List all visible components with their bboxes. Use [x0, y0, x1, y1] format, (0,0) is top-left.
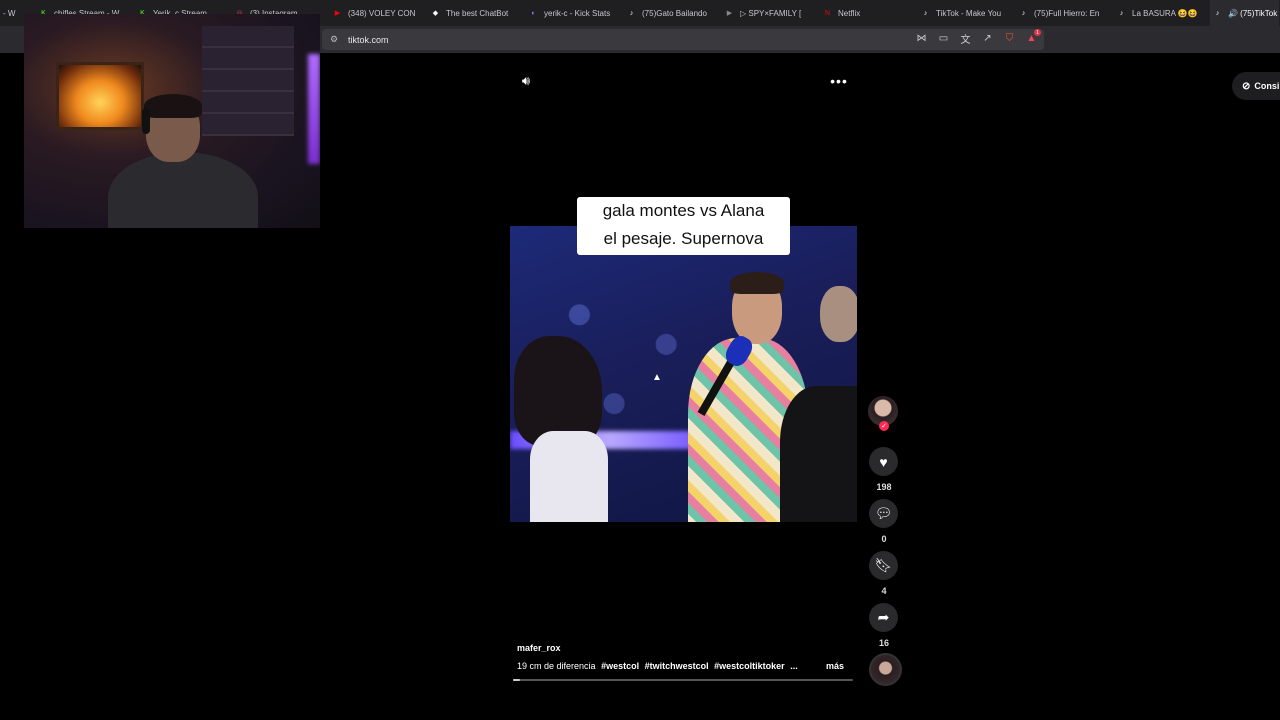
hashtag[interactable]: #westcol [601, 661, 639, 671]
video-caption-overlay: gala montes vs Alana el pesaje. Supernov… [577, 197, 790, 255]
share-icon[interactable]: ↗ [981, 32, 994, 45]
comment-count: 0 [881, 534, 887, 544]
streamer-body [108, 152, 258, 228]
consent-label: Consi [1254, 81, 1280, 91]
streamer-hair [144, 94, 202, 118]
bookmark-icon: 🔖︎ [874, 557, 893, 573]
browser-tab[interactable]: ♪ La BASURA 😆😆 [1114, 0, 1209, 26]
browser-tab[interactable]: ▶ ▷ SPY×FAMILY [ [722, 0, 819, 26]
tab-label: (75)Gato Bailando [642, 8, 707, 18]
music-disc-avatar[interactable] [869, 653, 902, 686]
address-bar[interactable]: ⚙ tiktok.com ⋈ ▭ 文 ↗ ⛉ ▲ 1 [322, 29, 1044, 50]
tab-label: (75)Full Hierro: En [1034, 8, 1100, 18]
tab-label: - W [3, 8, 16, 18]
tab-label: La BASURA 😆😆 [1132, 8, 1198, 18]
video-person-right [780, 286, 857, 522]
hashtag[interactable]: #twitchwestcol [645, 661, 709, 671]
tab-favicon-icon: ♪ [1215, 9, 1220, 17]
share-arrow-icon: ➦ [877, 609, 890, 625]
more-options-icon[interactable]: ••• [829, 72, 849, 90]
browser-tab[interactable]: ♪ (75)Full Hierro: En [1016, 0, 1113, 26]
comment-icon: 💬︎ [874, 505, 893, 521]
browser-tab[interactable]: ▶ (348) VOLEY CON [330, 0, 427, 26]
save-button[interactable]: 🔖︎ [869, 551, 898, 580]
tab-favicon-icon: ◐ [531, 9, 536, 17]
video-person-left [510, 336, 620, 522]
browser-tab[interactable]: N Netflix [820, 0, 917, 26]
hashtag[interactable]: #westcoltiktoker [714, 661, 785, 671]
tab-label: TikTok - Make You [936, 8, 1002, 18]
rewards-badge: 1 [1034, 29, 1041, 36]
progress-fill [513, 679, 520, 681]
share-button[interactable]: ➦ [869, 603, 898, 632]
video-progress-bar[interactable] [513, 679, 853, 681]
cast-icon[interactable]: ▭ [937, 32, 950, 45]
ellipsis: ... [790, 661, 798, 671]
mouse-cursor-icon: ▲ [652, 372, 662, 383]
caption-line-1: gala montes vs Alana [602, 201, 765, 220]
share-count: 16 [878, 638, 889, 648]
browser-tab[interactable]: ◐ yerik-c - Kick Stats [526, 0, 623, 26]
save-count: 4 [881, 586, 887, 596]
comment-button[interactable]: 💬︎ [869, 499, 898, 528]
translate-icon[interactable]: 文 [959, 32, 972, 46]
tab-label: yerik-c - Kick Stats [544, 8, 611, 18]
heart-icon: ♥ [879, 453, 888, 470]
tab-label: ▷ SPY×FAMILY [ [740, 8, 802, 18]
fireplace-image [56, 62, 144, 130]
shelf-image [202, 26, 294, 136]
tab-label: (348) VOLEY CON [348, 8, 416, 18]
tab-favicon-icon: ♪ [1021, 9, 1026, 17]
video-player[interactable] [510, 226, 857, 522]
tab-favicon-icon: ♪ [1119, 9, 1124, 17]
browser-tab[interactable]: ♪ 🔊 (75)TikTok [1210, 0, 1279, 26]
consent-icon: ⊘ [1242, 80, 1251, 92]
browser-tab[interactable]: ◆ The best ChatBot [428, 0, 525, 26]
tab-label: Netflix [838, 8, 861, 18]
volume-icon[interactable]: 🔊︎ [517, 72, 535, 90]
brave-shields-icon[interactable]: ⛉ [1003, 32, 1016, 45]
tab-favicon-icon: ♪ [629, 9, 634, 17]
post-username[interactable]: mafer_rox [517, 643, 561, 653]
caption-line-2: el pesaje. Supernova [603, 229, 764, 248]
tab-favicon-icon: ▶ [334, 10, 341, 17]
consent-button[interactable]: ⊘ Consi [1232, 72, 1280, 100]
brave-rewards-icon[interactable]: ▲ 1 [1025, 29, 1041, 45]
tab-favicon-icon: N [824, 9, 831, 17]
description-text: 19 cm de diferencia [517, 661, 596, 671]
browser-tab[interactable]: ♪ (75)Gato Bailando [624, 0, 721, 26]
post-description: 19 cm de diferencia #westcol #twitchwest… [517, 661, 827, 671]
more-link[interactable]: más [826, 661, 844, 671]
address-actions: ⋈ ▭ 文 ↗ ⛉ ▲ 1 [915, 29, 1041, 46]
url-text: tiktok.com [348, 34, 389, 45]
like-button[interactable]: ♥ [869, 447, 898, 476]
neon-light [308, 54, 320, 164]
tab-favicon-icon: ▶ [726, 10, 733, 17]
like-count: 198 [876, 482, 892, 492]
reader-mode-icon[interactable]: ⋈ [915, 32, 928, 45]
tab-favicon-icon: ◆ [432, 10, 439, 17]
follow-check-icon[interactable]: ✓ [879, 421, 889, 431]
tab-label: The best ChatBot [446, 8, 509, 18]
webcam-overlay [24, 14, 320, 228]
headset-image [142, 108, 150, 134]
site-info-icon[interactable]: ⚙ [328, 34, 340, 46]
tab-label: 🔊 (75)TikTok [1228, 8, 1278, 18]
browser-tab[interactable]: ♪ TikTok - Make You [918, 0, 1015, 26]
tab-favicon-icon: ♪ [923, 9, 928, 17]
